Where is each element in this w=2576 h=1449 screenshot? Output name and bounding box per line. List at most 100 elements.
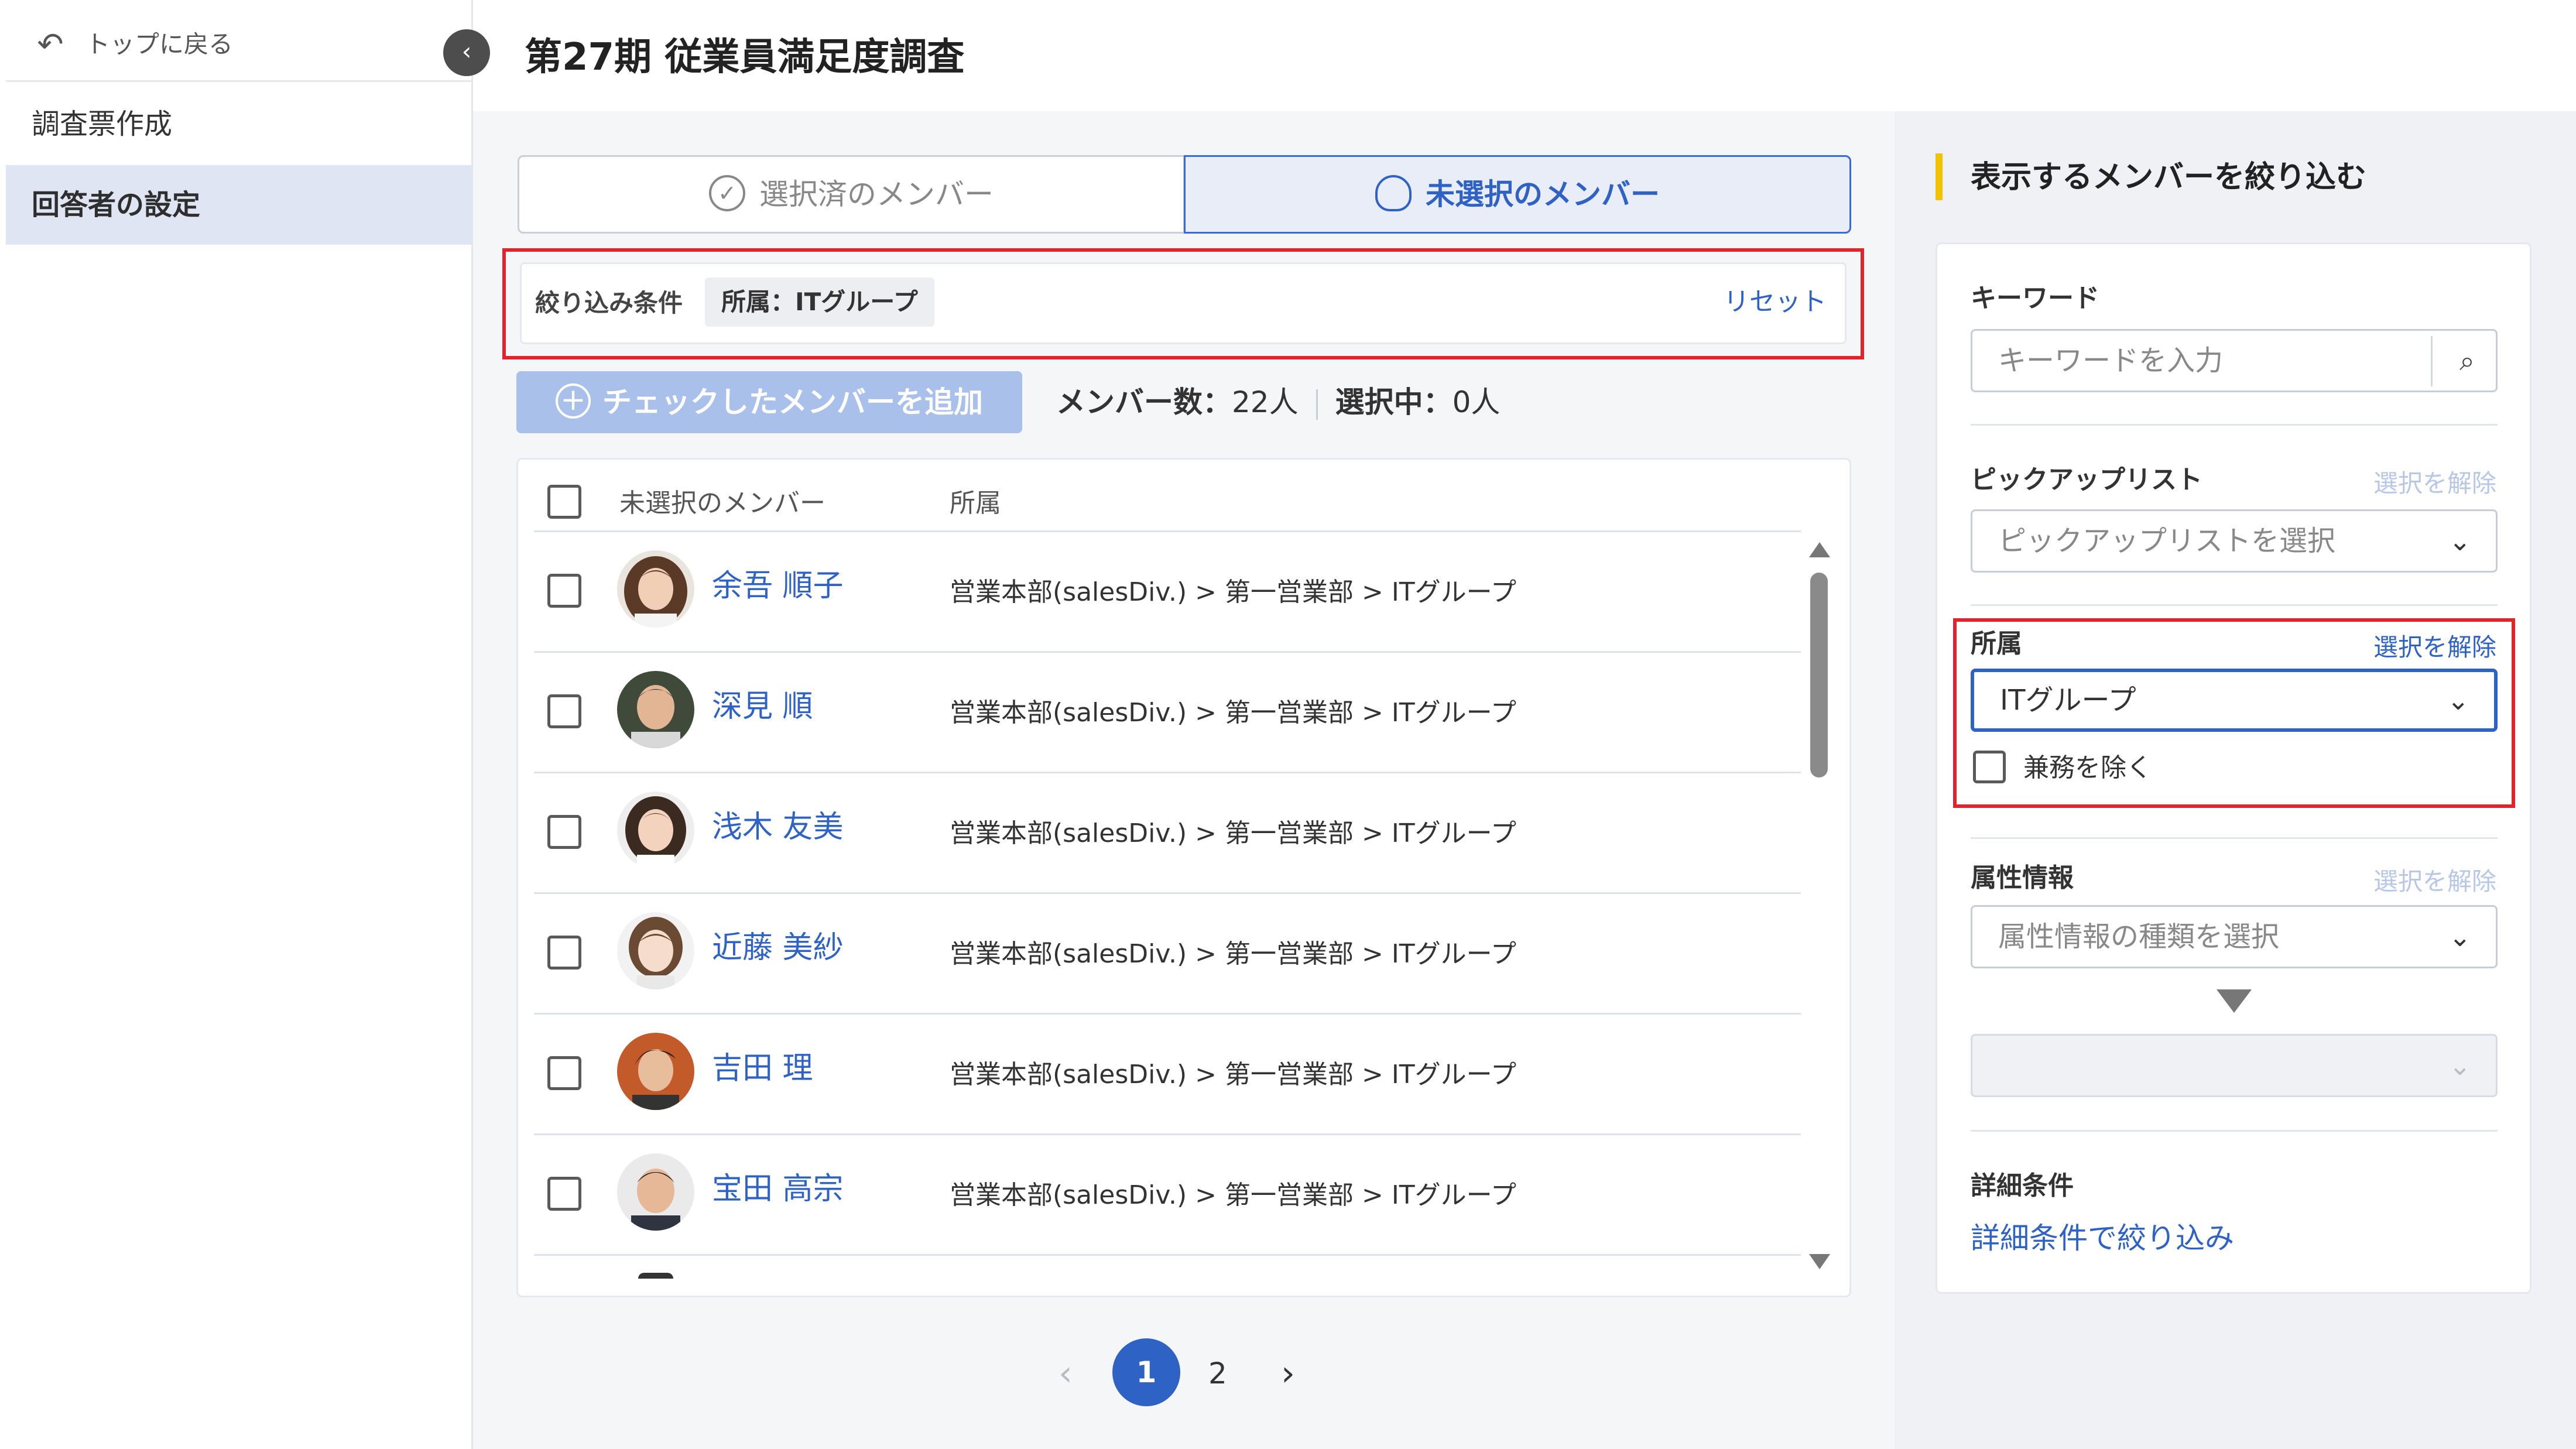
row-divider (534, 1133, 1801, 1135)
row-checkbox[interactable] (547, 1056, 581, 1090)
sidebar-item-respondent-settings[interactable]: 回答者の設定 (6, 165, 473, 245)
tab-unselected-label: 未選択のメンバー (1426, 177, 1660, 211)
avatar (617, 1153, 694, 1231)
plus-circle-icon: + (556, 383, 591, 419)
tab-selected-label: 選択済のメンバー (759, 177, 994, 211)
row-divider (534, 892, 1801, 894)
panel-title-accent (1936, 153, 1943, 200)
chevron-down-icon: ⌄ (2448, 1050, 2471, 1081)
detail-filter-link[interactable]: 詳細条件で絞り込み (1971, 1218, 2234, 1259)
undo-arrow-icon: ↶ (37, 26, 64, 63)
pickup-select[interactable]: ピックアップリストを選択 ⌄ (1971, 509, 2498, 573)
avatar (617, 550, 694, 628)
dept-clear-link[interactable]: 選択を解除 (2371, 630, 2496, 665)
member-name-link[interactable]: 吉田 理 (712, 1048, 813, 1089)
attr-type-select[interactable]: 属性情報の種類を選択 ⌄ (1971, 905, 2498, 968)
chevron-down-icon: ⌄ (2447, 684, 2469, 716)
member-dept: 営業本部(salesDiv.) > 第一営業部 > ITグループ (950, 818, 1517, 848)
selected-count-value: 0人 (1452, 385, 1501, 419)
attr-label: 属性情報 (1971, 863, 2074, 893)
pickup-clear-link[interactable]: 選択を解除 (2371, 466, 2496, 501)
pickup-label: ピックアップリスト (1971, 465, 2202, 495)
count-divider (1316, 389, 1318, 420)
detail-label: 詳細条件 (1971, 1171, 2074, 1201)
search-icon[interactable]: ⌕ (2448, 342, 2486, 379)
row-checkbox[interactable] (547, 936, 581, 970)
scroll-down-arrow[interactable] (1809, 1254, 1830, 1269)
exclude-concurrent-checkbox[interactable] (1973, 751, 2006, 783)
keyword-label: キーワード (1971, 283, 2099, 313)
member-name-link[interactable]: 近藤 美紗 (712, 927, 844, 968)
pickup-placeholder: ピックアップリストを選択 (1998, 525, 2336, 557)
page-title: 第27期 従業員満足度調査 (525, 36, 965, 79)
attr-value-select[interactable]: ⌄ (1971, 1034, 2498, 1097)
section-divider (1971, 424, 2498, 426)
arrow-down-icon (2217, 989, 2252, 1013)
avatar (617, 1033, 694, 1110)
avatar (617, 671, 694, 748)
pagination-next[interactable]: › (1281, 1350, 1295, 1397)
users-icon (1375, 174, 1412, 211)
member-dept: 営業本部(salesDiv.) > 第一営業部 > ITグループ (950, 1180, 1517, 1210)
attr-clear-link[interactable]: 選択を解除 (2371, 864, 2496, 899)
tab-selected-members[interactable]: ✓ 選択済のメンバー (518, 155, 1185, 234)
row-checkbox[interactable] (547, 815, 581, 849)
member-name-link[interactable]: 余吾 順子 (712, 566, 844, 607)
column-header-member: 未選択のメンバー (619, 488, 825, 518)
pagination-page-2[interactable]: 2 (1208, 1350, 1227, 1397)
avatar (617, 912, 694, 989)
chevron-left-icon[interactable]: ‹ (443, 29, 490, 76)
back-to-top-label: トップに戻る (85, 30, 234, 59)
member-count-label: メンバー数： (1056, 385, 1232, 419)
row-divider (534, 1254, 1801, 1256)
dept-label: 所属 (1971, 629, 2022, 659)
chevron-down-icon: ⌄ (2448, 525, 2471, 557)
filter-reset-link[interactable]: リセット (1724, 285, 1827, 320)
row-checkbox[interactable] (547, 1177, 581, 1211)
pagination-prev[interactable]: ‹ (1059, 1350, 1073, 1397)
filter-chip-dept: 所属：ITグループ (705, 278, 934, 327)
pagination-page-1[interactable]: 1 (1112, 1338, 1180, 1406)
avatar (617, 792, 694, 869)
sidebar-item-survey-creation[interactable]: 調査票作成 (6, 84, 473, 164)
back-to-top-link[interactable]: ↶ トップに戻る (6, 0, 473, 82)
column-header-dept: 所属 (950, 488, 1001, 518)
row-divider (534, 1013, 1801, 1015)
filter-conditions-label: 絞り込み条件 (535, 289, 683, 317)
sidebar: ↶ トップに戻る 調査票作成 回答者の設定 (6, 0, 473, 1449)
section-divider (1971, 604, 2498, 606)
section-divider (1971, 837, 2498, 839)
row-divider (534, 772, 1801, 773)
add-button-label: チェックしたメンバーを追加 (602, 385, 983, 419)
member-dept: 営業本部(salesDiv.) > 第一営業部 > ITグループ (950, 1060, 1517, 1090)
next-avatar-peek (638, 1273, 673, 1279)
exclude-concurrent-label: 兼務を除く (2023, 753, 2152, 783)
member-dept: 営業本部(salesDiv.) > 第一営業部 > ITグループ (950, 698, 1517, 728)
check-circle-icon: ✓ (709, 174, 745, 211)
header-divider (534, 530, 1801, 532)
member-name-link[interactable]: 浅木 友美 (712, 807, 844, 848)
member-dept: 営業本部(salesDiv.) > 第一営業部 > ITグループ (950, 577, 1517, 607)
scrollbar-thumb[interactable] (1810, 573, 1828, 777)
member-count-value: 22人 (1232, 385, 1299, 419)
dept-selected-value: ITグループ (2000, 684, 2136, 717)
member-name-link[interactable]: 宝田 高宗 (712, 1169, 844, 1210)
selected-count-label: 選択中： (1335, 385, 1453, 419)
select-all-checkbox[interactable] (547, 485, 581, 519)
dept-select[interactable]: ITグループ ⌄ (1971, 669, 2498, 732)
member-dept: 営業本部(salesDiv.) > 第一営業部 > ITグループ (950, 939, 1517, 969)
keyword-input[interactable]: キーワードを入力 (1971, 329, 2498, 392)
row-checkbox[interactable] (547, 694, 581, 728)
row-checkbox[interactable] (547, 574, 581, 608)
member-name-link[interactable]: 深見 順 (712, 686, 813, 727)
section-divider (1971, 1130, 2498, 1132)
search-divider (2431, 336, 2433, 386)
attr-placeholder: 属性情報の種類を選択 (1998, 920, 2280, 953)
scroll-up-arrow[interactable] (1809, 542, 1830, 557)
tab-unselected-members[interactable]: 未選択のメンバー (1184, 155, 1851, 234)
member-count-summary: メンバー数：22人 選択中：0人 (1056, 383, 1500, 422)
chevron-down-icon: ⌄ (2448, 921, 2471, 953)
panel-title: 表示するメンバーを絞り込む (1971, 160, 2367, 195)
add-checked-members-button[interactable]: + チェックしたメンバーを追加 (516, 371, 1022, 433)
row-divider (534, 651, 1801, 653)
